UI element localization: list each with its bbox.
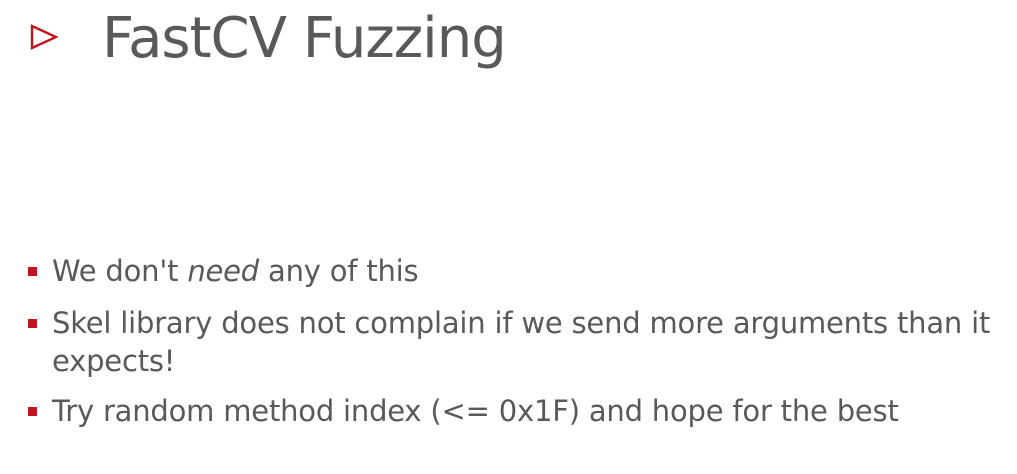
bullet-text: Skel library does not complain if we sen… (52, 306, 991, 378)
bullet-list: We don't need any of this Skel library d… (0, 252, 1017, 442)
bullet-text-after: any of this (259, 254, 419, 288)
bullet-text-before: We don't (52, 254, 188, 288)
bullet-text-emphasis: need (187, 254, 259, 288)
slide-title: FastCV Fuzzing (102, 6, 507, 71)
bullet-square-icon (28, 267, 37, 276)
bullet-square-icon (28, 407, 37, 416)
bullet-item: Skel library does not complain if we sen… (0, 304, 1017, 380)
triangle-right-outline-icon-graphic (30, 24, 58, 50)
bullet-square-icon (28, 319, 37, 328)
bullet-item: We don't need any of this (0, 252, 1017, 290)
slide: FastCV Fuzzing We don't need any of this… (0, 0, 1017, 474)
bullet-text: Try random method index (<= 0x1F) and ho… (52, 394, 899, 428)
bullet-item: Try random method index (<= 0x1F) and ho… (0, 392, 1017, 430)
